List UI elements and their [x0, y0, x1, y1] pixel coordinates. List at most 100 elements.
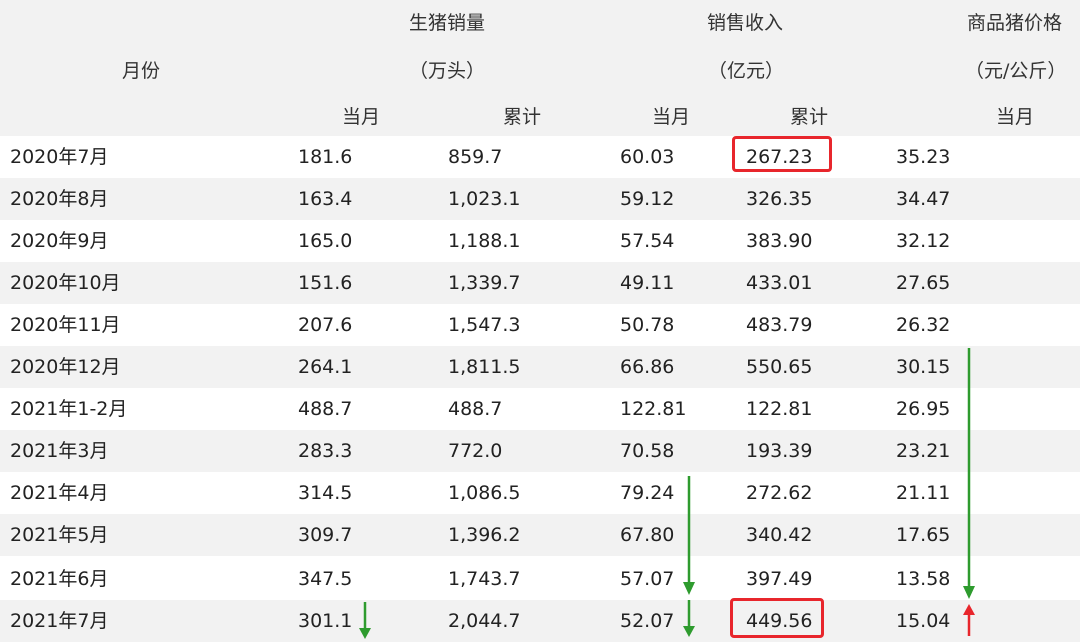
cell-vol-cumulative: 1,023.1	[448, 188, 521, 210]
cell-vol-cumulative: 1,086.5	[448, 482, 521, 504]
header-month: 月份	[122, 60, 161, 82]
table-row: 2020年9月 165.0 1,188.1 57.54 383.90 32.12	[0, 220, 1080, 262]
cell-vol-current: 181.6	[298, 146, 353, 168]
cell-price: 15.04	[896, 610, 951, 632]
vol-down-arrow-icon	[359, 602, 371, 639]
cell-month: 2020年7月	[10, 146, 109, 168]
cell-vol-current: 488.7	[298, 398, 353, 420]
header-revenue-current: 当月	[652, 106, 691, 128]
cell-price: 32.12	[896, 230, 951, 252]
cell-vol-current: 283.3	[298, 440, 353, 462]
cell-price: 26.95	[896, 398, 951, 420]
table-row: 2020年10月 151.6 1,339.7 49.11 433.01 27.6…	[0, 262, 1080, 304]
table-row: 2020年8月 163.4 1,023.1 59.12 326.35 34.47	[0, 178, 1080, 220]
cell-rev-cumulative: 340.42	[746, 524, 813, 546]
header-volume-title: 生猪销量	[409, 12, 486, 34]
header-volume-unit: （万头）	[409, 60, 486, 82]
table-row: 2020年11月 207.6 1,547.3 50.78 483.79 26.3…	[0, 304, 1080, 346]
cell-rev-current: 59.12	[620, 188, 675, 210]
cell-rev-current: 60.03	[620, 146, 675, 168]
cell-vol-cumulative: 772.0	[448, 440, 503, 462]
cell-month: 2021年6月	[10, 568, 109, 590]
header-volume-current: 当月	[342, 106, 381, 128]
cell-vol-cumulative: 1,188.1	[448, 230, 521, 252]
cell-month: 2021年1-2月	[10, 398, 128, 420]
cell-vol-cumulative: 2,044.7	[448, 610, 521, 632]
cell-vol-cumulative: 1,743.7	[448, 568, 521, 590]
cell-vol-cumulative: 1,339.7	[448, 272, 521, 294]
cell-month: 2020年8月	[10, 188, 109, 210]
cell-month: 2020年10月	[10, 272, 121, 294]
cell-price: 23.21	[896, 440, 951, 462]
cell-rev-current: 66.86	[620, 356, 675, 378]
cell-rev-current: 67.80	[620, 524, 675, 546]
rev-down-arrow-icon	[683, 476, 695, 595]
cell-price: 30.15	[896, 356, 951, 378]
cell-month: 2020年11月	[10, 314, 121, 336]
table-row: 2021年1-2月 488.7 488.7 122.81 122.81 26.9…	[0, 388, 1080, 430]
cell-price: 17.65	[896, 524, 951, 546]
highlight-box	[730, 598, 824, 638]
header-revenue-unit: （亿元）	[708, 60, 785, 82]
cell-month: 2021年3月	[10, 440, 109, 462]
cell-month: 2021年7月	[10, 610, 109, 632]
cell-rev-current: 57.54	[620, 230, 675, 252]
highlight-box	[732, 136, 832, 172]
cell-vol-cumulative: 1,396.2	[448, 524, 521, 546]
cell-rev-current: 49.11	[620, 272, 675, 294]
cell-vol-cumulative: 859.7	[448, 146, 503, 168]
cell-rev-cumulative: 433.01	[746, 272, 813, 294]
cell-vol-current: 163.4	[298, 188, 353, 210]
cell-vol-current: 314.5	[298, 482, 353, 504]
header-price-title: 商品猪价格	[967, 12, 1063, 34]
header-price-current: 当月	[996, 106, 1035, 128]
cell-month: 2020年9月	[10, 230, 109, 252]
cell-vol-current: 301.1	[298, 610, 353, 632]
cell-vol-cumulative: 488.7	[448, 398, 503, 420]
cell-vol-current: 264.1	[298, 356, 353, 378]
cell-rev-current: 50.78	[620, 314, 675, 336]
cell-rev-cumulative: 122.81	[746, 398, 813, 420]
table-row: 2020年7月 181.6 859.7 60.03 267.23 35.23	[0, 136, 1080, 178]
cell-rev-current: 79.24	[620, 482, 675, 504]
table-row: 2021年6月 347.5 1,743.7 57.07 397.49 13.58	[0, 558, 1080, 600]
cell-rev-cumulative: 272.62	[746, 482, 813, 504]
cell-vol-current: 207.6	[298, 314, 353, 336]
price-down-arrow-icon	[963, 348, 975, 599]
header-price-unit: （元/公斤）	[965, 60, 1067, 82]
cell-month: 2021年4月	[10, 482, 109, 504]
cell-price: 13.58	[896, 568, 951, 590]
cell-rev-cumulative: 193.39	[746, 440, 813, 462]
header-revenue-title: 销售收入	[707, 12, 784, 34]
cell-rev-current: 52.07	[620, 610, 675, 632]
cell-rev-cumulative: 483.79	[746, 314, 813, 336]
cell-price: 27.65	[896, 272, 951, 294]
cell-price: 34.47	[896, 188, 951, 210]
cell-rev-cumulative: 326.35	[746, 188, 813, 210]
table-row: 2020年12月 264.1 1,811.5 66.86 550.65 30.1…	[0, 346, 1080, 388]
cell-vol-current: 151.6	[298, 272, 353, 294]
cell-rev-current: 70.58	[620, 440, 675, 462]
table-header: 月份 生猪销量 （万头） 当月 累计 销售收入 （亿元） 当月 累计 商品猪价格…	[0, 0, 1080, 136]
header-volume-cumulative: 累计	[503, 106, 542, 128]
cell-rev-current: 57.07	[620, 568, 675, 590]
cell-rev-current: 122.81	[620, 398, 687, 420]
price-up-arrow-icon	[963, 604, 975, 636]
table-row: 2021年4月 314.5 1,086.5 79.24 272.62 21.11	[0, 472, 1080, 514]
table-row: 2021年5月 309.7 1,396.2 67.80 340.42 17.65	[0, 514, 1080, 556]
cell-price: 26.32	[896, 314, 951, 336]
cell-vol-current: 309.7	[298, 524, 353, 546]
header-revenue-cumulative: 累计	[790, 106, 829, 128]
cell-vol-cumulative: 1,811.5	[448, 356, 521, 378]
cell-rev-cumulative: 550.65	[746, 356, 813, 378]
rev-down-arrow-short-icon	[683, 600, 695, 637]
cell-vol-current: 165.0	[298, 230, 353, 252]
cell-month: 2020年12月	[10, 356, 121, 378]
cell-rev-cumulative: 383.90	[746, 230, 813, 252]
cell-vol-cumulative: 1,547.3	[448, 314, 521, 336]
table-row: 2021年7月 301.1 2,044.7 52.07 449.56 15.04	[0, 600, 1080, 642]
cell-vol-current: 347.5	[298, 568, 353, 590]
cell-price: 21.11	[896, 482, 951, 504]
cell-month: 2021年5月	[10, 524, 109, 546]
table-row: 2021年3月 283.3 772.0 70.58 193.39 23.21	[0, 430, 1080, 472]
